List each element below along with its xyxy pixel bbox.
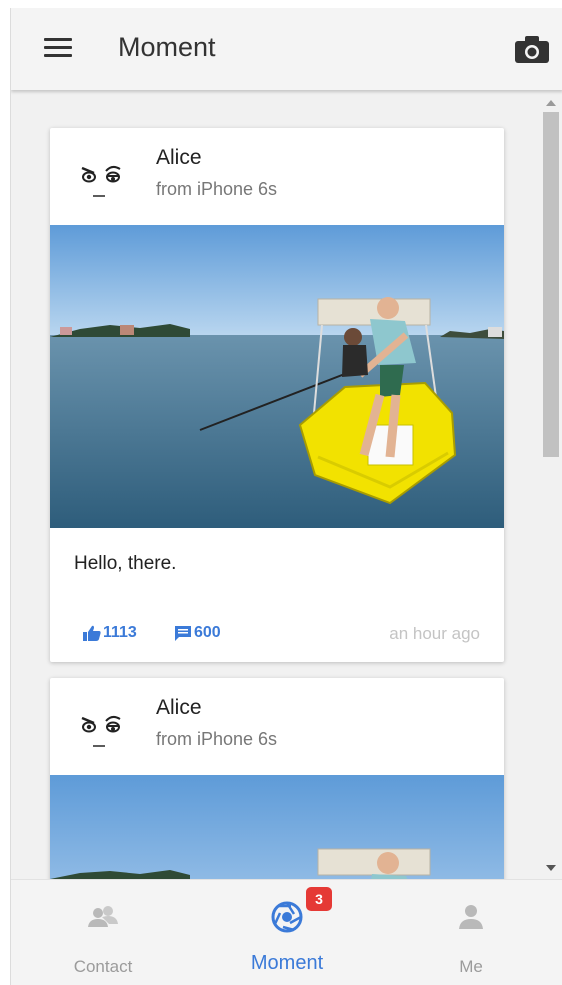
post-actions: 1113 600 an hour ago: [50, 620, 504, 648]
post-photo[interactable]: [50, 775, 504, 879]
feed-scrollbar[interactable]: [540, 90, 562, 879]
post-source: from iPhone 6s: [156, 729, 278, 749]
post-photo[interactable]: [50, 225, 504, 528]
comment-icon: [175, 626, 191, 641]
post-message: Hello, there.: [74, 553, 177, 574]
scrollbar-thumb[interactable]: [543, 112, 559, 457]
avatar[interactable]: [76, 158, 128, 202]
like-count: 1113: [103, 624, 137, 641]
nav-item-me[interactable]: Me: [379, 880, 562, 985]
post-header: Alice from iPhone 6s: [50, 128, 504, 225]
nav-item-contact[interactable]: Contact: [11, 880, 195, 985]
hamburger-menu-icon[interactable]: [44, 38, 72, 60]
moment-feed[interactable]: Alice from iPhone 6s Hello, there. 1113 …: [11, 90, 541, 879]
post-source: from iPhone 6s: [156, 179, 278, 199]
contacts-icon: [86, 900, 120, 934]
nav-item-moment[interactable]: 3 Moment: [195, 880, 379, 985]
like-button[interactable]: 1113: [83, 624, 137, 642]
post-author[interactable]: Alice: [156, 696, 202, 720]
thumbs-up-icon: [83, 625, 101, 641]
comment-button[interactable]: 600: [174, 624, 221, 642]
page-title: Moment: [118, 32, 216, 62]
aperture-icon: [270, 900, 304, 934]
post-timestamp: an hour ago: [389, 624, 480, 643]
post-card[interactable]: Alice from iPhone 6s: [50, 128, 504, 662]
comment-count: 600: [194, 624, 221, 641]
nav-label-contact: Contact: [73, 957, 133, 976]
nav-label-me: Me: [459, 957, 483, 976]
post-author[interactable]: Alice: [156, 146, 202, 170]
camera-icon[interactable]: [515, 36, 549, 63]
notification-badge: 3: [306, 887, 332, 911]
scroll-up-arrow-icon[interactable]: [546, 100, 556, 106]
nav-label-moment: Moment: [250, 952, 324, 974]
top-app-bar: Moment: [11, 8, 562, 90]
app-screen: Moment Alice from iPhone 6s Hello, there…: [10, 8, 562, 985]
avatar[interactable]: [76, 708, 128, 752]
person-icon: [454, 900, 488, 934]
post-header: Alice from iPhone 6s: [50, 678, 504, 775]
bottom-navigation: Contact 3 Moment Me: [11, 879, 562, 985]
post-card[interactable]: Alice from iPhone 6s: [50, 678, 504, 879]
scroll-down-arrow-icon[interactable]: [546, 865, 556, 871]
